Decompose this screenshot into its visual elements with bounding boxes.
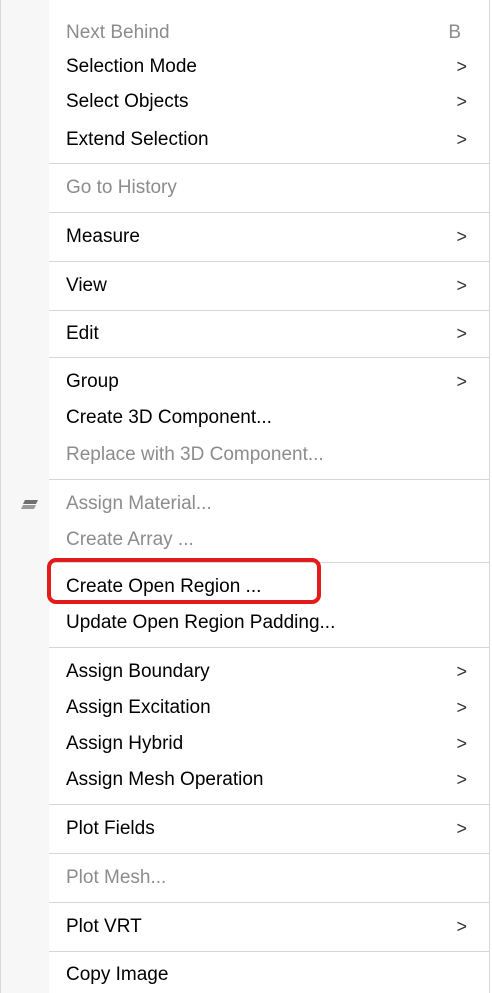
menu-item-label: Group (66, 371, 119, 392)
chevron-right-icon: > (456, 916, 467, 937)
chevron-right-icon: > (456, 661, 467, 682)
separator (49, 310, 489, 311)
menu-item-assign-mesh-operation[interactable]: Assign Mesh Operation > (1, 762, 489, 798)
menu-item-label: Create Open Region ... (66, 576, 262, 597)
menu-item-plot-mesh[interactable]: Plot Mesh... (1, 860, 489, 896)
menu-item-label: Selection Mode (66, 56, 197, 77)
chevron-right-icon: > (456, 226, 467, 247)
separator (49, 853, 489, 854)
menu-item-label: Assign Mesh Operation (66, 769, 264, 790)
menu-item-selection-mode[interactable]: Selection Mode > (1, 49, 489, 85)
menu-item-assign-boundary[interactable]: Assign Boundary > (1, 654, 489, 690)
context-menu: Next Behind B Selection Mode > Select Ob… (0, 0, 490, 993)
menu-item-label: Create Array ... (66, 529, 194, 550)
menu-item-plot-fields[interactable]: Plot Fields > (1, 811, 489, 847)
menu-item-assign-material[interactable]: Assign Material... (1, 486, 489, 522)
menu-item-group[interactable]: Group > (1, 364, 489, 400)
menu-item-label: Measure (66, 226, 140, 247)
menu-item-measure[interactable]: Measure > (1, 219, 489, 255)
menu-item-label: Extend Selection (66, 129, 209, 150)
separator (49, 357, 489, 358)
menu-item-create-open-region[interactable]: Create Open Region ... (1, 569, 489, 605)
chevron-right-icon: > (456, 697, 467, 718)
separator (49, 647, 489, 648)
separator (49, 163, 489, 164)
separator (49, 479, 489, 480)
menu-item-next-behind[interactable]: Next Behind B (1, 15, 489, 51)
separator (49, 804, 489, 805)
menu-item-label: View (66, 275, 107, 296)
menu-item-label: Assign Material... (66, 493, 212, 514)
menu-item-plot-vrt[interactable]: Plot VRT > (1, 909, 489, 945)
menu-item-update-open-region-padding[interactable]: Update Open Region Padding... (1, 605, 489, 641)
menu-item-create-array[interactable]: Create Array ... (1, 522, 489, 558)
shortcut-key: B (448, 22, 461, 43)
menu-item-edit[interactable]: Edit > (1, 316, 489, 352)
material-icon (21, 500, 38, 509)
chevron-right-icon: > (456, 275, 467, 296)
separator (49, 212, 489, 213)
chevron-right-icon: > (456, 371, 467, 392)
menu-item-label: Plot VRT (66, 916, 142, 937)
separator (49, 902, 489, 903)
menu-item-label: Plot Fields (66, 818, 155, 839)
chevron-right-icon: > (456, 323, 467, 344)
menu-item-label: Plot Mesh... (66, 867, 167, 888)
menu-item-assign-hybrid[interactable]: Assign Hybrid > (1, 726, 489, 762)
menu-item-copy-image[interactable]: Copy Image (1, 957, 489, 993)
chevron-right-icon: > (456, 91, 467, 112)
separator (49, 562, 489, 563)
menu-item-assign-excitation[interactable]: Assign Excitation > (1, 690, 489, 726)
chevron-right-icon: > (456, 733, 467, 754)
chevron-right-icon: > (456, 769, 467, 790)
menu-item-label: Go to History (66, 177, 177, 198)
chevron-right-icon: > (456, 56, 467, 77)
menu-item-label: Assign Boundary (66, 661, 210, 682)
menu-item-label: Update Open Region Padding... (66, 612, 336, 633)
chevron-right-icon: > (456, 818, 467, 839)
menu-item-label: Create 3D Component... (66, 407, 272, 428)
menu-item-label: Next Behind (66, 22, 170, 43)
menu-item-label: Replace with 3D Component... (66, 444, 324, 465)
menu-item-label: Assign Hybrid (66, 733, 184, 754)
menu-item-replace-with-3d-component[interactable]: Replace with 3D Component... (1, 437, 489, 473)
menu-item-view[interactable]: View > (1, 268, 489, 304)
menu-item-extend-selection[interactable]: Extend Selection > (1, 122, 489, 158)
separator (49, 951, 489, 952)
menu-item-create-3d-component[interactable]: Create 3D Component... (1, 400, 489, 436)
menu-item-label: Edit (66, 323, 99, 344)
menu-item-select-objects[interactable]: Select Objects > (1, 84, 489, 120)
chevron-right-icon: > (456, 129, 467, 150)
menu-item-go-to-history[interactable]: Go to History (1, 170, 489, 206)
menu-item-label: Select Objects (66, 91, 189, 112)
menu-item-label: Copy Image (66, 964, 169, 985)
menu-item-label: Assign Excitation (66, 697, 211, 718)
separator (49, 261, 489, 262)
